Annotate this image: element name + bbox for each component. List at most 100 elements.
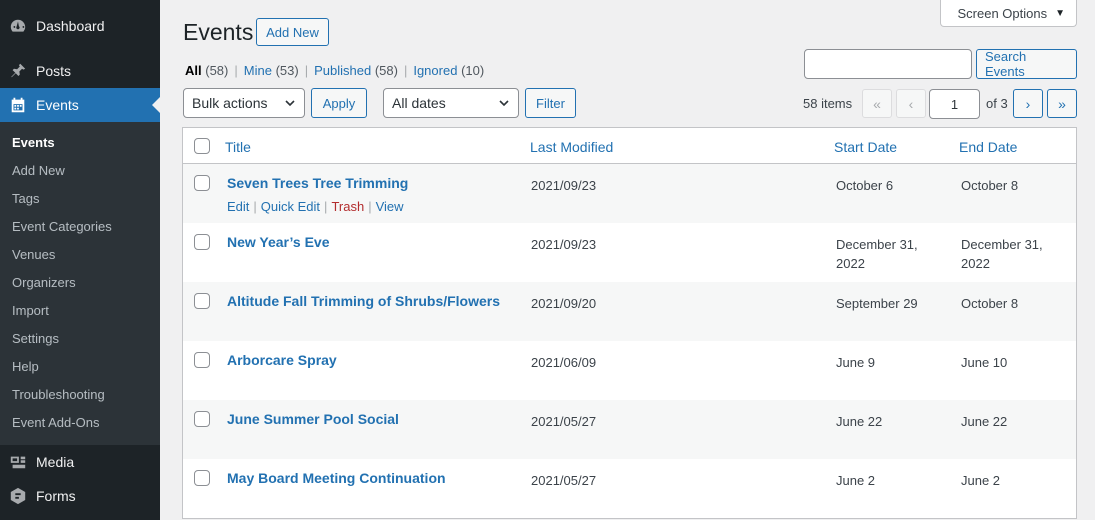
separator: | — [253, 199, 257, 214]
column-end-date[interactable]: End Date — [959, 139, 1017, 155]
event-title-link[interactable]: May Board Meeting Continuation — [227, 470, 446, 486]
screen-options-button[interactable]: Screen Options ▼ — [940, 0, 1077, 27]
apply-button[interactable]: Apply — [311, 88, 367, 118]
menu-events[interactable]: Events — [0, 88, 160, 122]
submenu-event-add-ons[interactable]: Event Add-Ons — [0, 409, 160, 437]
view-filters: All (58) | Mine (53) | Published (58) | … — [185, 63, 484, 78]
add-new-button[interactable]: Add New — [256, 18, 329, 46]
separator: | — [403, 63, 408, 78]
view-count: (58) — [205, 63, 229, 78]
view-count: (53) — [275, 63, 299, 78]
submenu-import[interactable]: Import — [0, 297, 160, 325]
start-date-cell: June 22 — [836, 414, 883, 429]
last-modified-cell: 2021/09/23 — [531, 237, 597, 252]
submenu-settings[interactable]: Settings — [0, 325, 160, 353]
submenu-events[interactable]: Events — [0, 129, 160, 157]
search-events-button[interactable]: Search Events — [976, 49, 1077, 79]
page-title: Events — [183, 19, 254, 45]
bulk-actions-select[interactable]: Bulk actions — [183, 88, 305, 118]
table-row: Seven Trees Tree Trimming Edit | Quick E… — [183, 164, 1076, 223]
end-date-cell: October 8 — [961, 296, 1019, 311]
row-checkbox[interactable] — [194, 470, 210, 486]
row-checkbox[interactable] — [194, 352, 210, 368]
edit-link[interactable]: Edit — [227, 199, 249, 214]
last-modified-cell: 2021/09/23 — [531, 178, 597, 193]
items-count: 58 items — [803, 96, 853, 111]
quick-edit-link[interactable]: Quick Edit — [261, 199, 320, 214]
start-date-cell: June 2 — [836, 473, 876, 488]
dashboard-icon — [8, 16, 28, 36]
search-input[interactable] — [804, 49, 972, 79]
last-modified-cell: 2021/05/27 — [531, 414, 597, 429]
forms-icon — [8, 486, 28, 506]
menu-label: Media — [36, 454, 75, 470]
submenu-troubleshooting[interactable]: Troubleshooting — [0, 381, 160, 409]
last-page-button[interactable]: » — [1047, 89, 1077, 118]
event-title-link[interactable]: Altitude Fall Trimming of Shrubs/Flowers — [227, 293, 500, 309]
view-label[interactable]: Published — [314, 63, 371, 78]
filter-button[interactable]: Filter — [525, 88, 576, 118]
events-submenu: Events Add New Tags Event Categories Ven… — [0, 122, 160, 445]
column-title[interactable]: Title — [225, 139, 251, 155]
event-title-link[interactable]: June Summer Pool Social — [227, 411, 399, 427]
table-row: May Board Meeting Continuation 2021/05/2… — [183, 459, 1076, 518]
screen-options-label: Screen Options — [957, 5, 1048, 21]
submenu-venues[interactable]: Venues — [0, 241, 160, 269]
submenu-organizers[interactable]: Organizers — [0, 269, 160, 297]
next-page-button[interactable]: › — [1013, 89, 1043, 118]
view-published[interactable]: Published (58) — [314, 63, 398, 78]
start-date-cell: December 31, 2022 — [836, 237, 918, 271]
menu-media[interactable]: Media — [0, 445, 160, 479]
events-table: Title Last Modified Start Date End Date … — [182, 127, 1077, 519]
total-pages: of 3 — [986, 96, 1008, 111]
submenu-help[interactable]: Help — [0, 353, 160, 381]
separator: | — [234, 63, 238, 78]
current-page-input[interactable]: 1 — [929, 89, 980, 119]
submenu-event-categories[interactable]: Event Categories — [0, 213, 160, 241]
chevron-down-icon — [285, 100, 295, 107]
end-date-cell: June 2 — [961, 473, 1001, 488]
view-label[interactable]: All — [185, 63, 202, 78]
column-start-date[interactable]: Start Date — [834, 139, 897, 155]
event-title-link[interactable]: Arborcare Spray — [227, 352, 337, 368]
view-label[interactable]: Ignored — [413, 63, 457, 78]
event-title-link[interactable]: Seven Trees Tree Trimming — [227, 175, 408, 191]
select-all-checkbox[interactable] — [194, 138, 210, 154]
column-last-modified[interactable]: Last Modified — [530, 139, 613, 155]
prev-page-button: ‹ — [896, 89, 926, 118]
event-title-link[interactable]: New Year’s Eve — [227, 234, 329, 250]
view-mine[interactable]: Mine (53) — [244, 63, 299, 78]
start-date-cell: September 29 — [836, 296, 918, 311]
table-header: Title Last Modified Start Date End Date — [183, 128, 1076, 164]
start-date-cell: June 9 — [836, 355, 876, 370]
start-date-cell: October 6 — [836, 178, 894, 193]
menu-forms[interactable]: Forms — [0, 479, 160, 513]
row-checkbox[interactable] — [194, 234, 210, 250]
table-row: June Summer Pool Social 2021/05/27 June … — [183, 400, 1076, 459]
last-modified-cell: 2021/06/09 — [531, 355, 597, 370]
menu-label: Events — [36, 97, 79, 113]
menu-label: Forms — [36, 488, 76, 504]
trash-link[interactable]: Trash — [331, 199, 364, 214]
view-count: (10) — [461, 63, 485, 78]
menu-label: Dashboard — [36, 18, 105, 34]
first-page-button: « — [862, 89, 892, 118]
menu-posts[interactable]: Posts — [0, 54, 160, 88]
row-checkbox[interactable] — [194, 411, 210, 427]
row-checkbox[interactable] — [194, 293, 210, 309]
media-icon — [8, 452, 28, 472]
submenu-tags[interactable]: Tags — [0, 185, 160, 213]
view-ignored[interactable]: Ignored (10) — [413, 63, 484, 78]
separator: | — [304, 63, 309, 78]
view-label[interactable]: Mine — [244, 63, 272, 78]
dates-select[interactable]: All dates — [383, 88, 519, 118]
last-modified-cell: 2021/09/20 — [531, 296, 597, 311]
end-date-cell: June 10 — [961, 355, 1008, 370]
row-checkbox[interactable] — [194, 175, 210, 191]
view-link[interactable]: View — [376, 199, 404, 214]
table-row: New Year’s Eve 2021/09/23 December 31, 2… — [183, 223, 1076, 282]
menu-dashboard[interactable]: Dashboard — [0, 9, 160, 43]
view-all[interactable]: All (58) — [185, 63, 228, 78]
submenu-add-new[interactable]: Add New — [0, 157, 160, 185]
calendar-icon — [8, 95, 28, 115]
